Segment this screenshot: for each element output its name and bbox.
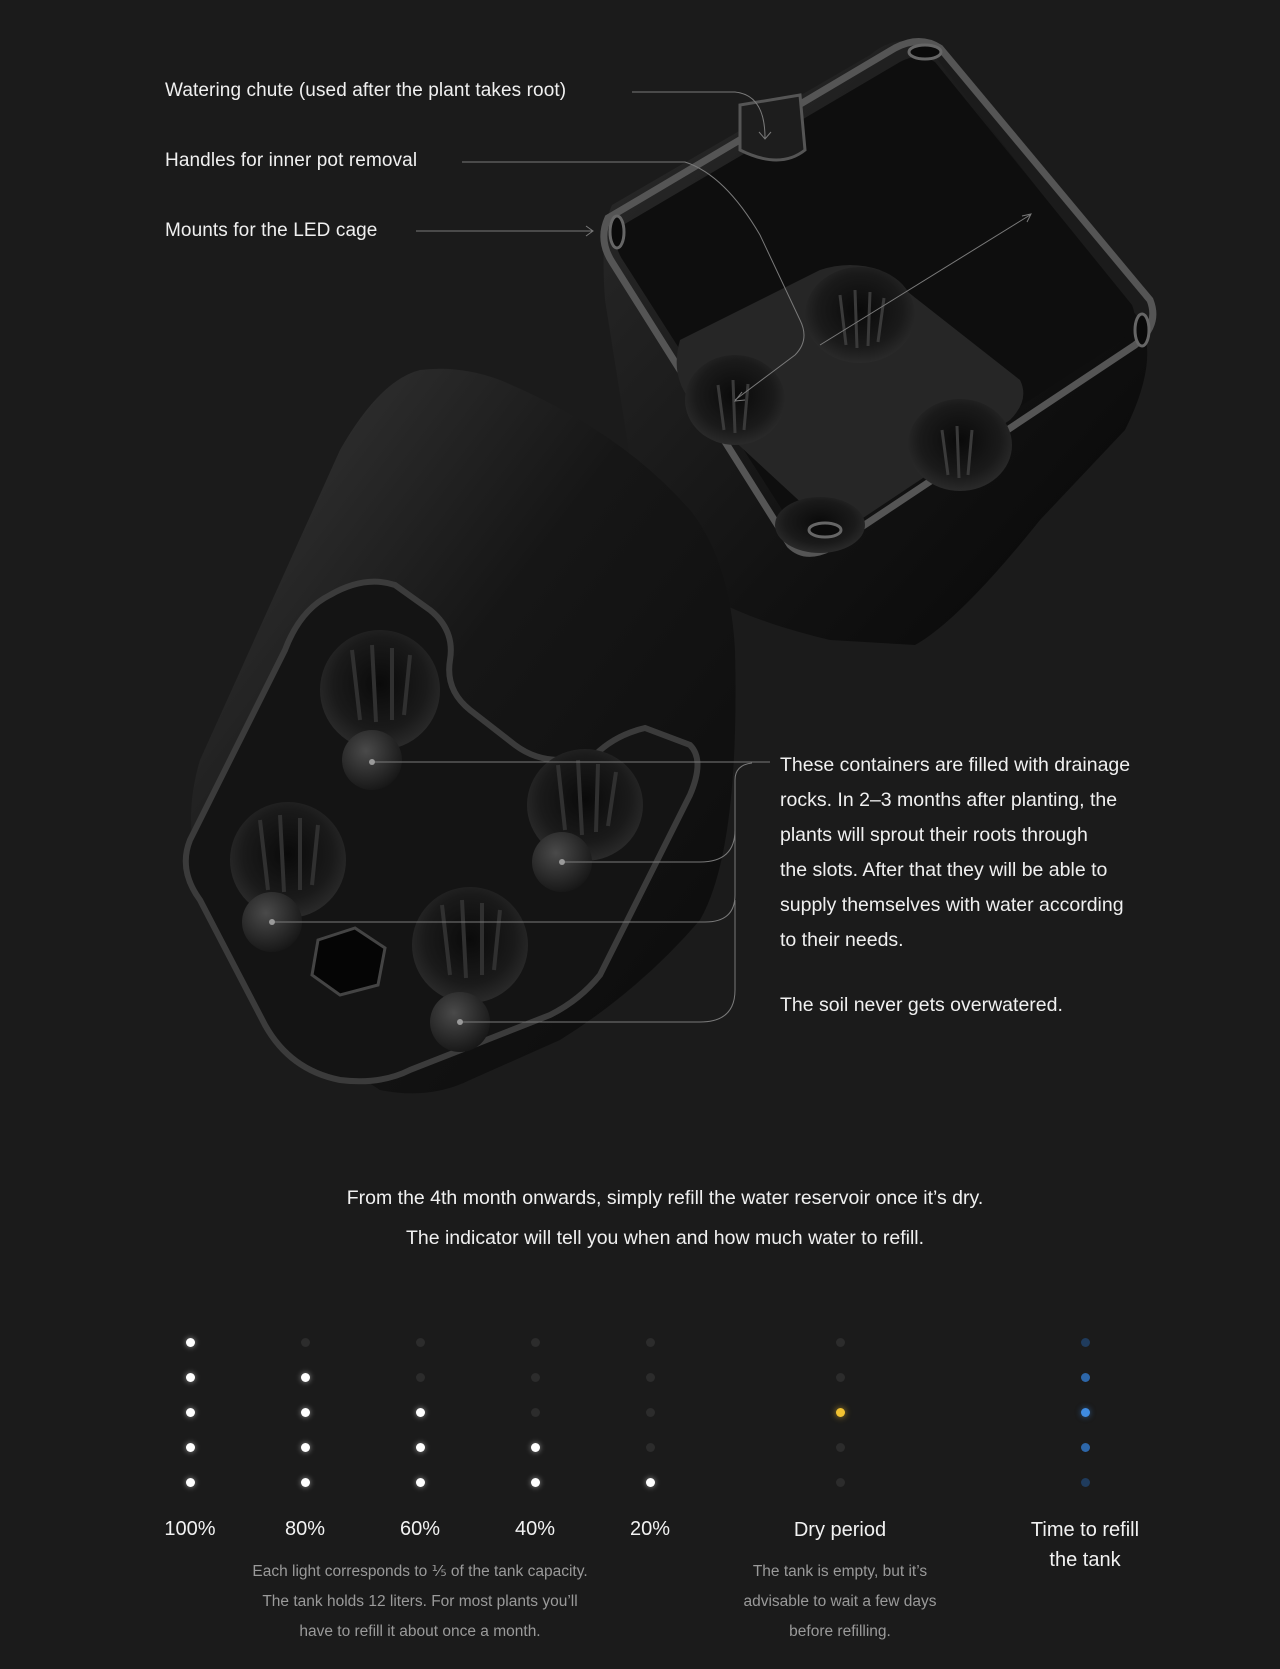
indicator-light-off xyxy=(835,1442,845,1452)
indicator-light-on xyxy=(300,1372,310,1382)
callout-led-mounts: Mounts for the LED cage xyxy=(165,220,378,241)
drainage-description: These containers are filled with drainag… xyxy=(780,748,1200,958)
outer-pot-illustration xyxy=(182,368,736,1094)
indicator-light-on xyxy=(415,1407,425,1417)
indicator-light-on xyxy=(415,1477,425,1487)
indicator-light-off xyxy=(645,1442,655,1452)
refill-label-line: Time to refill xyxy=(1030,1519,1140,1541)
level-label-40: 40% xyxy=(514,1518,556,1540)
indicator-light-off xyxy=(300,1337,310,1347)
indicator-light-on xyxy=(415,1442,425,1452)
level-note-line: The tank holds 12 liters. For most plant… xyxy=(262,1593,578,1610)
indicator-intro-line-2: The indicator will tell you when and how… xyxy=(405,1227,925,1249)
indicator-intro-line-1: From the 4th month onwards, simply refil… xyxy=(346,1187,984,1209)
dry-note-line: before refilling. xyxy=(789,1623,891,1640)
callout-watering-chute: Watering chute (used after the plant tak… xyxy=(165,80,567,101)
indicator-light-off xyxy=(835,1477,845,1487)
indicator-light-on xyxy=(300,1442,310,1452)
dry-period-note: The tank is empty, but it’s advisable to… xyxy=(700,1557,980,1647)
level-label-100: 100% xyxy=(164,1518,216,1540)
level-label-60: 60% xyxy=(399,1518,441,1540)
indicator-light-on xyxy=(300,1407,310,1417)
level-note-line: have to refill it about once a month. xyxy=(299,1623,541,1640)
refill-indicator-light xyxy=(1080,1372,1090,1382)
refill-indicator-light xyxy=(1080,1442,1090,1452)
drainage-line: supply themselves with water according xyxy=(780,894,1124,916)
level-note: Each light corresponds to ⅕ of the tank … xyxy=(200,1557,640,1647)
dry-note-line: advisable to wait a few days xyxy=(743,1593,937,1610)
drainage-line: the slots. After that they will be able … xyxy=(780,859,1108,881)
level-note-line: Each light corresponds to ⅕ of the tank … xyxy=(252,1563,588,1580)
indicator-light-off xyxy=(415,1372,425,1382)
indicator-light-on xyxy=(530,1477,540,1487)
indicator-light-off xyxy=(530,1407,540,1417)
indicator-light-off xyxy=(530,1372,540,1382)
refill-label-line: the tank xyxy=(1049,1549,1121,1571)
refill-indicator-light xyxy=(1080,1337,1090,1347)
indicator-light-on xyxy=(185,1337,195,1347)
drainage-line: rocks. In 2–3 months after planting, the xyxy=(780,789,1118,811)
indicator-light-on xyxy=(185,1477,195,1487)
dry-period-label: Dry period xyxy=(793,1519,887,1541)
dry-indicator-light xyxy=(835,1407,845,1417)
level-label-80: 80% xyxy=(284,1518,326,1540)
refill-indicator-light xyxy=(1080,1407,1090,1417)
dry-note-line: The tank is empty, but it’s xyxy=(752,1563,928,1580)
indicator-light-on xyxy=(185,1372,195,1382)
drainage-line: plants will sprout their roots through xyxy=(780,824,1088,846)
drainage-line: to their needs. xyxy=(780,929,904,951)
indicator-light-off xyxy=(835,1372,845,1382)
indicator-light-off xyxy=(645,1337,655,1347)
drainage-line: These containers are filled with drainag… xyxy=(780,754,1131,776)
level-label-20: 20% xyxy=(629,1518,671,1540)
indicator-light-off xyxy=(835,1337,845,1347)
indicator-light-off xyxy=(415,1337,425,1347)
indicator-light-on xyxy=(185,1442,195,1452)
indicator-light-on xyxy=(645,1477,655,1487)
callout-handles: Handles for inner pot removal xyxy=(165,150,418,171)
indicator-light-on xyxy=(300,1477,310,1487)
product-feature-page: Watering chute (used after the plant tak… xyxy=(0,0,1280,1669)
indicator-light-on xyxy=(185,1407,195,1417)
overwater-note: The soil never gets overwatered. xyxy=(780,994,1063,1016)
refill-label: Time to refill the tank xyxy=(975,1515,1195,1575)
indicator-light-on xyxy=(530,1442,540,1452)
indicator-light-off xyxy=(645,1407,655,1417)
refill-indicator-light xyxy=(1080,1477,1090,1487)
indicator-light-off xyxy=(645,1372,655,1382)
indicator-light-off xyxy=(530,1337,540,1347)
